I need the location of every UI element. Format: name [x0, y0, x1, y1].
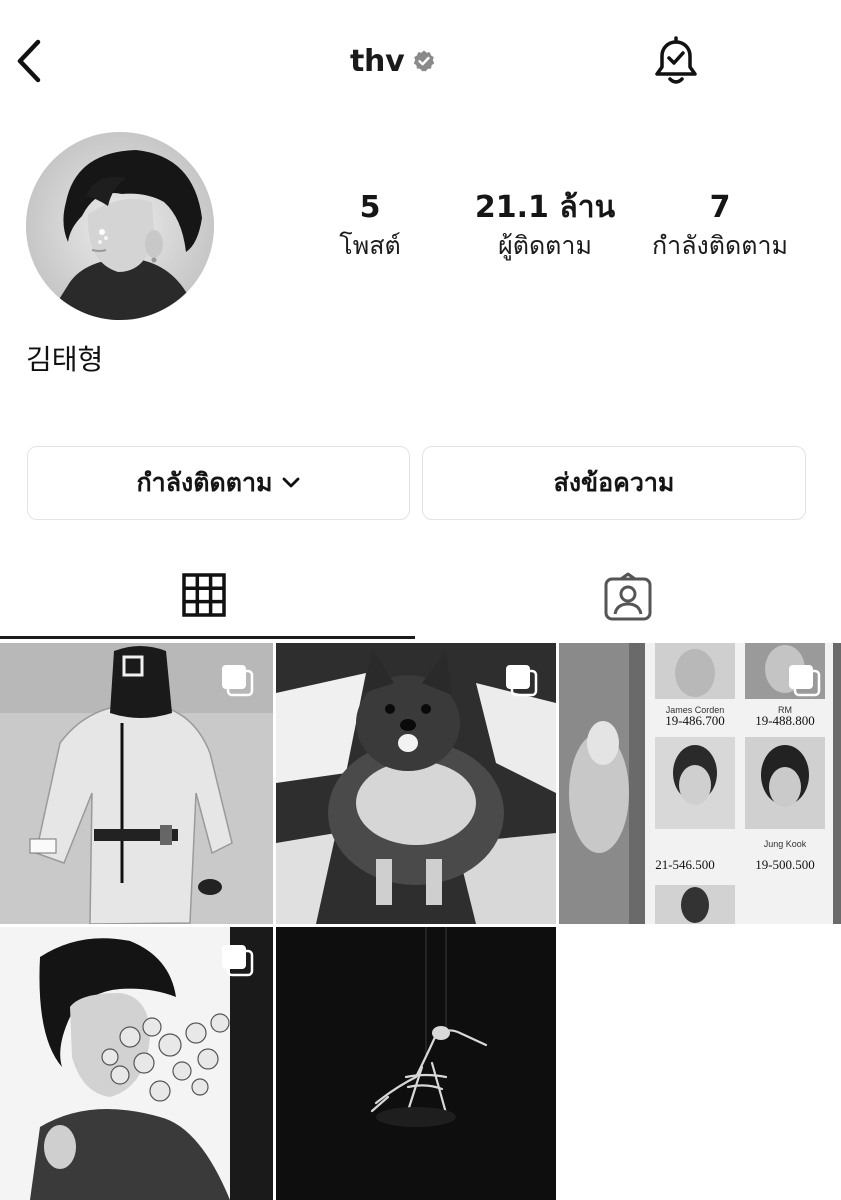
multiple-photos-icon: [222, 665, 254, 697]
post-tile[interactable]: [0, 643, 273, 924]
chevron-left-icon: [17, 39, 41, 83]
top-bar: thv: [0, 0, 841, 120]
tagged-person-icon: [604, 572, 652, 621]
multiple-photos-icon: [506, 665, 538, 697]
profile-title: thv: [350, 40, 436, 82]
stat-followers[interactable]: 21.1 ล้าน ผู้ติดตาม: [460, 188, 630, 264]
avatar[interactable]: [26, 132, 214, 320]
stat-following[interactable]: 7 กำลังติดตาม: [630, 188, 810, 264]
following-count: 7: [709, 190, 731, 225]
message-button[interactable]: ส่งข้อความ: [422, 446, 806, 520]
following-label: กำลังติดตาม: [652, 231, 788, 260]
back-button[interactable]: [8, 36, 48, 86]
following-button[interactable]: กำลังติดตาม: [27, 446, 410, 520]
handwritten-number-4: 19-500.500: [755, 857, 815, 872]
message-button-label: ส่งข้อความ: [553, 468, 675, 497]
notifications-bell-button[interactable]: [648, 34, 704, 90]
multiple-photos-icon: [222, 945, 254, 977]
handwritten-number-2: 19-488.800: [755, 713, 815, 728]
following-button-label: กำลังติดตาม: [136, 468, 273, 497]
username-title: thv: [350, 43, 405, 79]
photo-caption-3: Jung Kook: [764, 839, 807, 849]
bell-check-icon: [655, 36, 697, 84]
profile-page: thv 김태형 5 โพสต์ 21.1 ล้าน ผู้ติดตาม 7 กำ…: [0, 0, 841, 1200]
handwritten-number-3: 21-546.500: [655, 857, 715, 872]
avatar-photo: [26, 132, 214, 320]
followers-count: 21.1 ล้าน: [474, 190, 616, 225]
multiple-photos-icon: [789, 665, 821, 697]
post-tile[interactable]: James Corden RM Jung Kook 19-486.700 19-…: [559, 643, 841, 924]
followers-label: ผู้ติดตาม: [498, 231, 592, 260]
posts-label: โพสต์: [339, 231, 401, 260]
tab-posts-grid[interactable]: [0, 560, 415, 640]
active-tab-indicator: [0, 636, 415, 639]
verified-badge-icon: [414, 50, 435, 72]
post-image-skeleton-bird: [276, 927, 556, 1200]
chevron-down-icon: [283, 477, 300, 488]
posts-count: 5: [359, 190, 381, 225]
post-tile[interactable]: [276, 643, 556, 924]
post-tile[interactable]: [0, 927, 273, 1200]
display-name: 김태형: [26, 343, 104, 376]
handwritten-number-1: 19-486.700: [665, 713, 725, 728]
tab-tagged[interactable]: [415, 560, 841, 640]
stat-posts[interactable]: 5 โพสต์: [300, 188, 440, 264]
grid-icon: [182, 573, 226, 617]
post-tile[interactable]: [276, 927, 556, 1200]
